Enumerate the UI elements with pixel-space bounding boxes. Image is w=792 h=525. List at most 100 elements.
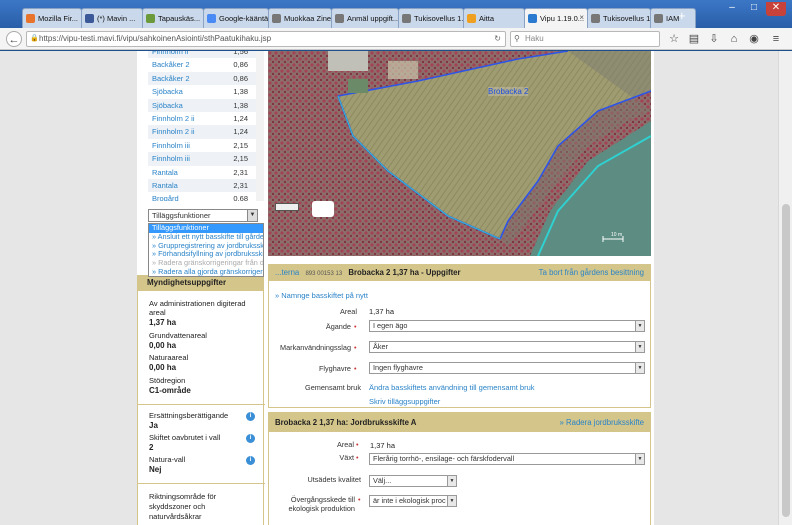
- browser-tab[interactable]: Google-kääntä...: [203, 8, 269, 28]
- maximize-button[interactable]: □: [744, 2, 764, 16]
- jordbruksskifte-header: Brobacka 2 1,37 ha: Jordbruksskifte A » …: [269, 413, 650, 432]
- ers-value: Ja: [149, 421, 158, 430]
- grund-label: Grundvattenareal: [149, 331, 207, 340]
- print-link[interactable]: Skriv tilläggsuppgifter: [369, 397, 440, 406]
- reload-icon[interactable]: ↻: [494, 32, 501, 46]
- back-button[interactable]: ←: [6, 31, 22, 47]
- flyg-select[interactable]: Ingen flyghavre ▼: [369, 362, 645, 374]
- plot-name: Rantala: [152, 180, 178, 190]
- myndighet-panel: Av administrationen digiterad areal 1,37…: [137, 291, 265, 525]
- rikt-label: Riktningsområde för skyddszoner och natu…: [149, 492, 217, 521]
- plot-list-item[interactable]: Sjöbacka 1,38: [148, 85, 264, 98]
- vaxt-select[interactable]: Flerårig torrhö-, ensilage- och färskfod…: [369, 453, 645, 465]
- star-icon[interactable]: ☆: [666, 31, 682, 47]
- remove-from-holding-link[interactable]: Ta bort från gårdens besittning: [539, 265, 644, 281]
- plot-list-item[interactable]: Rantala 2,31: [148, 178, 264, 193]
- rename-basskifte-link[interactable]: » Namnge basskiftet på nytt: [275, 291, 368, 300]
- browser-tab[interactable]: Vipu 1.19.0... ×: [524, 8, 588, 28]
- tillagg-option[interactable]: » Ansluit ett nytt basskifte till gården…: [149, 233, 263, 242]
- plot-list-item[interactable]: Rantala 2,31: [148, 166, 264, 179]
- plot-list-item[interactable]: Backåker 2 0,86: [148, 58, 264, 71]
- tab-label: Vipu 1.19.0...: [540, 14, 585, 23]
- gem-label: Gemensamt bruk: [305, 383, 361, 392]
- plot-area: 0,86: [233, 60, 248, 70]
- download-icon[interactable]: ⇩: [706, 31, 722, 47]
- natvall-value: Nej: [149, 465, 162, 474]
- plot-list-item[interactable]: Brogård 0,68: [148, 192, 264, 201]
- plot-list-item[interactable]: Finnholm 2 ii 1,24: [148, 112, 264, 125]
- mark-select[interactable]: Åker ▼: [369, 341, 645, 353]
- pocket-icon[interactable]: ◉: [746, 31, 762, 47]
- tab-favicon-icon: [85, 14, 94, 23]
- tillagg-option[interactable]: » Radera gränskorrigeringar från det val…: [149, 259, 263, 268]
- tab-favicon-icon: [207, 14, 216, 23]
- tab-favicon-icon: [591, 14, 600, 23]
- basskifte-code: 893 00153 13: [305, 271, 343, 277]
- url-bar[interactable]: 🔒 https://vipu-testi.mavi.fi/vipu/sahkoi…: [26, 31, 506, 47]
- basskifte-title: Brobacka 2 1,37 ha - Uppgifter: [348, 268, 461, 277]
- browser-tab[interactable]: Mozilla Fir...: [22, 8, 82, 28]
- plot-area: 1,24: [233, 113, 248, 123]
- plot-list-item[interactable]: Finnholm iii 2,15: [148, 139, 264, 152]
- close-tab-icon[interactable]: ×: [579, 13, 584, 22]
- library-icon[interactable]: ▤: [686, 31, 702, 47]
- tillagg-option[interactable]: » Förhandsifyllning av jordbruksskiftesu…: [149, 250, 263, 259]
- search-input[interactable]: ⚲ Haku: [510, 31, 660, 47]
- vaxt-value: Flerårig torrhö-, ensilage- och färskfod…: [373, 454, 515, 463]
- lock-icon: 🔒: [30, 35, 39, 42]
- tab-favicon-icon: [654, 14, 663, 23]
- info-icon[interactable]: i: [246, 434, 255, 443]
- tillagg-selected: Tilläggsfunktioner: [152, 211, 211, 220]
- plot-list[interactable]: Finnholm ii 1,56 Backåker 2 0,86 Backåker 2 0…: [148, 51, 264, 201]
- minimize-button[interactable]: –: [722, 2, 742, 16]
- browser-tab-bar: Mozilla Fir... (*) Mavin ... Tapauskäs... G…: [0, 0, 792, 28]
- aerial-map: [268, 51, 651, 256]
- map-zoom-control[interactable]: [275, 203, 299, 211]
- tillagg-option[interactable]: » Gruppregistrering av jordbruksskiftesu…: [149, 242, 263, 251]
- over-select[interactable]: är inte i ekologisk proc ▼: [369, 495, 457, 507]
- browser-tab[interactable]: Muokkaa Zine...: [268, 8, 332, 28]
- tillagg-select[interactable]: Tilläggsfunktioner ▼: [148, 209, 258, 222]
- plot-area: 1,24: [233, 127, 248, 137]
- plot-list-item[interactable]: Finnholm ii 1,56: [148, 51, 264, 59]
- browser-tab[interactable]: Aitta: [463, 8, 525, 28]
- browser-tab[interactable]: (*) Mavin ...: [81, 8, 143, 28]
- basskifte-header: ...terna 893 00153 13 Brobacka 2 1,37 ha…: [269, 265, 650, 281]
- plot-list-item[interactable]: Backåker 2 0,86: [148, 71, 264, 86]
- agande-select[interactable]: I egen ägo ▼: [369, 320, 645, 332]
- tillagg-option[interactable]: » Radera alla gjorda gränskorrigeringar: [149, 268, 263, 277]
- over-label: Övergångsskede till ekologisk produktion: [288, 495, 355, 513]
- delete-jordbruksskifte-link[interactable]: » Radera jordbruksskifte: [559, 413, 644, 432]
- tab-favicon-icon: [467, 14, 476, 23]
- plot-name: Sjöbacka: [152, 100, 183, 110]
- plot-area: 2,15: [233, 154, 248, 164]
- tab-label: Anmäl uppgift...: [347, 14, 399, 23]
- plot-list-scrollbar[interactable]: [256, 51, 264, 201]
- menu-icon[interactable]: ≡: [768, 31, 784, 47]
- tillagg-dropdown-list[interactable]: Tilläggsfunktioner» Ansluit ett nytt bas…: [148, 223, 264, 277]
- navigation-bar: ← 🔒 https://vipu-testi.mavi.fi/vipu/sahk…: [0, 28, 792, 50]
- tillagg-option[interactable]: Tilläggsfunktioner: [149, 224, 263, 233]
- plot-name: Finnholm iii: [152, 154, 190, 164]
- gemensamt-bruk-link[interactable]: Ändra basskiftets användning till gemens…: [369, 383, 535, 392]
- agande-label: Ägande: [325, 322, 351, 331]
- plot-list-item[interactable]: Sjöbacka 1,38: [148, 98, 264, 112]
- browser-tab[interactable]: Tukisovellus 1....: [587, 8, 651, 28]
- plot-list-item[interactable]: Finnholm iii 2,15: [148, 152, 264, 166]
- info-icon[interactable]: i: [246, 456, 255, 465]
- plot-name: Brogård: [152, 194, 179, 201]
- browser-tab[interactable]: Tukisovellus 1....: [398, 8, 464, 28]
- close-window-button[interactable]: ✕: [766, 2, 786, 16]
- browser-tab[interactable]: Tapauskäs...: [142, 8, 204, 28]
- map-view[interactable]: Brobacka 2 10 m: [268, 51, 651, 256]
- chevron-down-icon: ▼: [635, 321, 644, 331]
- new-tab-button[interactable]: +: [678, 9, 692, 24]
- basskifte-prefix[interactable]: ...terna: [275, 268, 299, 277]
- info-icon[interactable]: i: [246, 412, 255, 421]
- home-icon[interactable]: ⌂: [726, 31, 742, 47]
- natur-label: Naturaareal: [149, 353, 189, 362]
- browser-tab[interactable]: Anmäl uppgift...: [331, 8, 399, 28]
- basskifte-panel: ...terna 893 00153 13 Brobacka 2 1,37 ha…: [268, 264, 651, 408]
- plot-list-item[interactable]: Finnholm 2 ii 1,24: [148, 125, 264, 139]
- uts-select[interactable]: Välj... ▼: [369, 475, 457, 487]
